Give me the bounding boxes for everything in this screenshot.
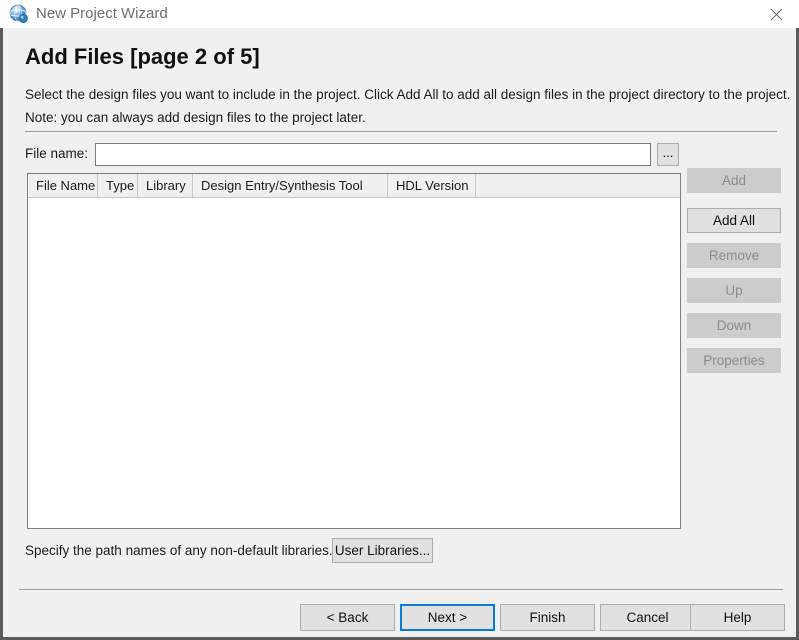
header-divider [25,131,777,132]
file-table: File Name Type Library Design Entry/Synthes… [27,173,681,529]
back-button[interactable]: < Back [300,604,395,631]
globe-icon [9,4,29,24]
properties-button: Properties [687,348,781,373]
table-column-header[interactable]: File Name [28,174,98,197]
table-column-header[interactable]: HDL Version [388,174,476,197]
page-description-line-2: Note: you can always add design files to… [25,110,366,125]
finish-button[interactable]: Finish [500,604,595,631]
page-description-line-1: Select the design files you want to incl… [25,87,791,102]
file-name-label: File name: [25,146,89,161]
file-name-input[interactable] [95,143,651,166]
add-all-button[interactable]: Add All [687,208,781,233]
remove-button: Remove [687,243,781,268]
table-column-header[interactable]: Type [98,174,138,197]
up-button: Up [687,278,781,303]
down-button: Down [687,313,781,338]
footer-divider [19,589,783,590]
add-button: Add [687,168,781,193]
user-libraries-hint: Specify the path names of any non-defaul… [25,543,333,558]
title-bar: New Project Wizard [0,0,799,28]
cancel-button[interactable]: Cancel [600,604,695,631]
new-project-wizard-window: New Project Wizard Add Files [page 2 of … [0,0,799,640]
browse-ellipsis-button[interactable]: ... [657,143,679,166]
table-column-header[interactable]: Design Entry/Synthesis Tool [193,174,388,197]
close-icon[interactable] [753,0,799,28]
help-button[interactable]: Help [690,604,785,631]
table-column-header[interactable]: Library [138,174,193,197]
table-body[interactable] [28,198,680,528]
dialog-client-area: Add Files [page 2 of 5] Select the desig… [0,28,799,640]
user-libraries-button[interactable]: User Libraries... [332,538,433,563]
next-button[interactable]: Next > [400,604,495,631]
table-header-row: File Name Type Library Design Entry/Synthes… [28,174,680,198]
window-title: New Project Wizard [36,5,168,22]
page-title: Add Files [page 2 of 5] [25,44,260,69]
